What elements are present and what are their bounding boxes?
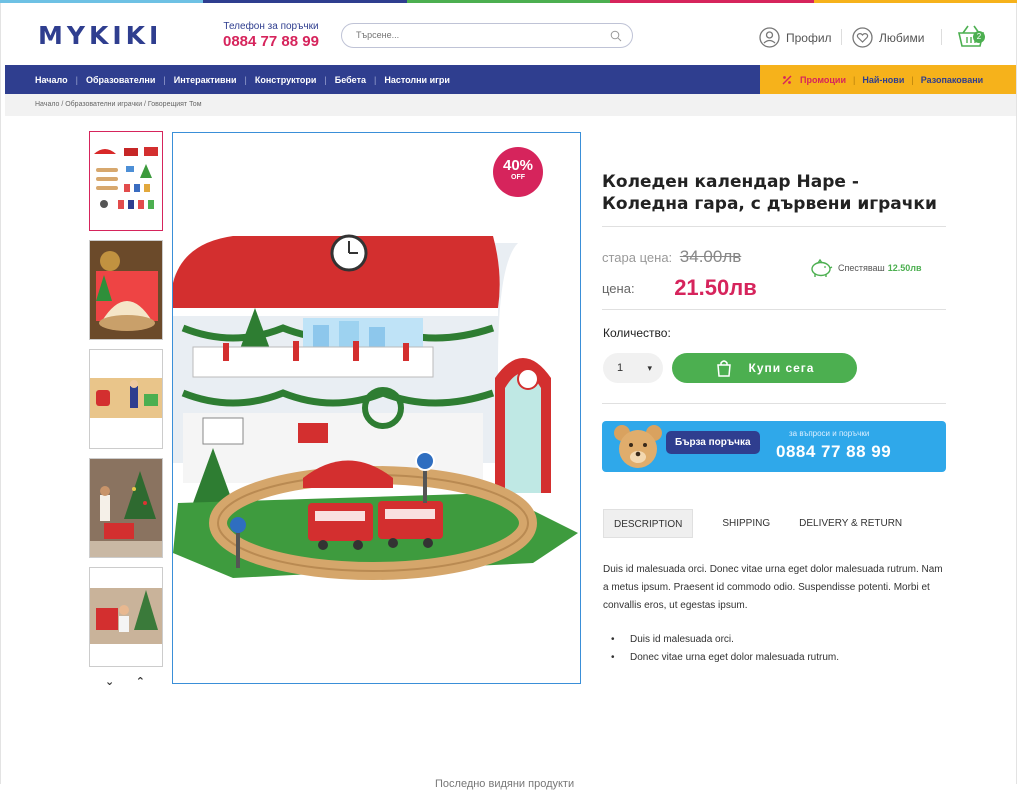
product-image [173, 133, 580, 683]
nav-item-interactive[interactable]: Интерактивни [174, 75, 237, 85]
savings-value: 12.50лв [887, 263, 922, 273]
main-product-image[interactable] [172, 132, 581, 684]
quantity-value: 1 [617, 362, 624, 374]
thumbnail-image [90, 350, 162, 448]
divider [602, 309, 946, 310]
list-item: Duis id malesuada orci. [611, 631, 839, 649]
savings-label: Спестяваш [838, 263, 885, 273]
site-logo[interactable]: MYKIKI [38, 21, 162, 50]
savings: Спестяваш 12.50лв [809, 258, 922, 278]
user-icon [759, 27, 780, 48]
discount-percent: 40% [502, 157, 534, 174]
price-value: 21.50лв [674, 275, 757, 300]
nav-item-unpacked[interactable]: Разопаковани [921, 75, 983, 85]
breadcrumb[interactable]: Начало / Образователни играчки / Говорещ… [5, 94, 1016, 116]
thumbnail-image [90, 568, 162, 666]
header-phone: Телефон за поръчки 0884 77 88 99 [223, 21, 319, 50]
phone-caption: Телефон за поръчки [223, 21, 319, 32]
quick-order-button[interactable]: Бърза поръчка [666, 431, 760, 454]
chevron-down-icon: ▾ [647, 363, 652, 373]
recently-viewed-heading: Последно видяни продукти [435, 778, 575, 790]
percent-icon [782, 75, 792, 84]
description-text: Duis id malesuada orci. Donec vitae urna… [603, 564, 943, 611]
buy-now-label: Купи сега [748, 361, 815, 375]
teddy-bear-icon [614, 425, 662, 468]
old-price-value: 34.00лв [679, 247, 742, 266]
divider [602, 226, 946, 227]
buy-now-button[interactable]: Купи сега [672, 353, 857, 383]
site-header: MYKIKI Телефон за поръчки 0884 77 88 99 … [1, 3, 1016, 65]
thumbnail-list [89, 131, 163, 676]
tab-shipping[interactable]: SHIPPING [712, 509, 780, 538]
nav-item-promotions[interactable]: Промоции [800, 75, 846, 85]
divider [841, 29, 842, 45]
old-price-label: стара цена: [602, 250, 673, 265]
main-nav: Начало | Образователни | Интерактивни | Кон… [5, 65, 760, 94]
nav-item-constructors[interactable]: Конструктори [255, 75, 317, 85]
phone-number[interactable]: 0884 77 88 99 [223, 33, 319, 50]
thumbnail-image [90, 132, 162, 230]
thumbnail-arrows: ⌄ ⌃ [105, 675, 145, 688]
thumbnail-2[interactable] [89, 240, 163, 340]
search-box[interactable] [341, 23, 633, 48]
description-bullets: Duis id malesuada orci. Donec vitae urna… [611, 631, 839, 667]
favorites-label: Любими [879, 30, 925, 45]
price-row: цена: 21.50лв [602, 273, 757, 300]
thumbnail-3[interactable] [89, 349, 163, 449]
search-input[interactable] [356, 30, 596, 40]
quantity-select[interactable]: 1 ▾ [603, 353, 663, 383]
quantity-label: Количество: [603, 326, 671, 340]
nav-item-newest[interactable]: Най-нови [862, 75, 904, 85]
tab-description[interactable]: DESCRIPTION [603, 509, 694, 538]
discount-off-label: OFF [511, 174, 525, 181]
discount-badge: 40% OFF [493, 147, 543, 197]
divider [941, 29, 942, 45]
favorites-link[interactable]: Любими [852, 27, 924, 48]
nav-item-board-games[interactable]: Настолни игри [384, 75, 450, 85]
quick-order-phone[interactable]: 0884 77 88 99 [776, 442, 891, 462]
nav-item-educational[interactable]: Образователни [86, 75, 155, 85]
old-price-row: стара цена: 34.00лв [602, 247, 741, 267]
profile-label: Профил [786, 30, 832, 45]
product-title: Коледен календар Hape - Коледна гара, с … [602, 172, 937, 214]
chevron-down-icon[interactable]: ⌄ [105, 675, 114, 688]
product-tabs: DESCRIPTION SHIPPING DELIVERY & RETURN [603, 509, 912, 538]
nav-item-babies[interactable]: Бебета [335, 75, 366, 85]
thumbnail-image [90, 459, 162, 557]
search-icon[interactable] [610, 30, 622, 42]
thumbnail-5[interactable] [89, 567, 163, 667]
thumbnail-1[interactable] [89, 131, 163, 231]
price-label: цена: [602, 281, 635, 296]
quick-order-caption: за въпроси и поръчки [789, 429, 870, 438]
chevron-up-icon[interactable]: ⌃ [136, 675, 145, 688]
nav-item-home[interactable]: Начало [35, 75, 68, 85]
cart-count-badge: 2 [973, 31, 985, 43]
quick-order-banner: Бърза поръчка за въпроси и поръчки 0884 … [602, 421, 946, 472]
tab-delivery-return[interactable]: DELIVERY & RETURN [789, 509, 912, 538]
page: MYKIKI Телефон за поръчки 0884 77 88 99 … [0, 3, 1017, 790]
thumbnail-image [90, 241, 162, 339]
shopping-bag-icon [716, 360, 731, 377]
thumbnail-4[interactable] [89, 458, 163, 558]
divider [602, 403, 946, 404]
list-item: Donec vitae urna eget dolor malesuada ru… [611, 649, 839, 667]
heart-icon [852, 27, 873, 48]
profile-link[interactable]: Профил [759, 27, 832, 48]
promo-nav: Промоции | Най-нови | Разопаковани [760, 65, 1016, 94]
piggy-bank-icon [811, 258, 833, 277]
